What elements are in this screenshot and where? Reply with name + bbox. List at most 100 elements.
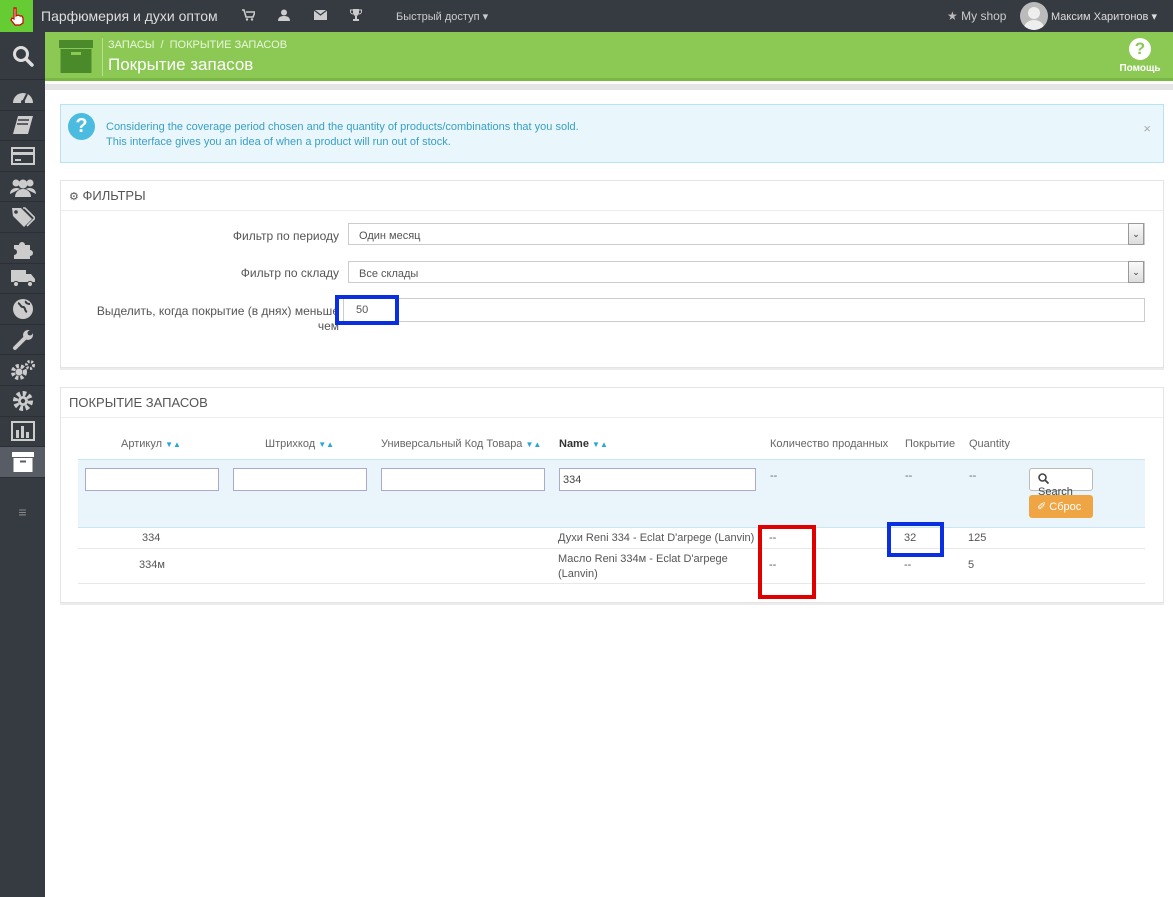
info-alert: ? Considering the coverage period chosen… xyxy=(60,104,1164,163)
shop-title[interactable]: Парфюмерия и духи оптом xyxy=(41,8,218,24)
row-name: Духи Reni 334 - Eclat D'arpege (Lanvin) xyxy=(558,532,755,544)
user-menu[interactable]: Максим Харитонов ▾ xyxy=(1051,10,1157,23)
sidebar-item-modules[interactable] xyxy=(0,233,45,264)
reset-button[interactable]: ✐ Сброс xyxy=(1029,495,1093,518)
reset-button-label: Сброс xyxy=(1049,501,1082,513)
table-filter-row: -- -- -- Search ✐ Сброс xyxy=(78,459,1145,528)
filter-quantity-placeholder: -- xyxy=(969,470,977,482)
quick-access-label: Быстрый доступ xyxy=(396,11,480,23)
sidebar-item-shipping[interactable] xyxy=(0,264,45,295)
search-icon xyxy=(1038,473,1050,485)
column-ean[interactable]: Штрихкод ▼▲ xyxy=(265,438,334,450)
sort-arrows-icon[interactable]: ▼▲ xyxy=(165,440,181,449)
sidebar-item-preferences[interactable] xyxy=(0,325,45,356)
coverage-heading: ПОКРЫТИЕ ЗАПАСОВ xyxy=(61,388,1163,418)
column-name[interactable]: Name ▼▲ xyxy=(559,438,608,450)
sidebar-item-dashboard[interactable] xyxy=(0,80,45,111)
prestashop-logo-icon[interactable] xyxy=(0,0,33,32)
info-line-2: This interface gives you an idea of when… xyxy=(106,136,451,148)
chevron-down-icon: ⌄ xyxy=(1128,261,1144,283)
column-quantity: Quantity xyxy=(969,438,1010,450)
breadcrumb-stock[interactable]: ЗАПАСЫ xyxy=(108,39,155,51)
help-button[interactable]: ? Помощь xyxy=(1119,38,1161,74)
archive-icon xyxy=(59,40,93,73)
cogs-icon: ⚙ xyxy=(69,191,79,203)
sidebar-item-administration[interactable] xyxy=(0,386,45,417)
row-name-line-1: Масло Reni 334м - Eclat D'arpege xyxy=(558,553,728,565)
sidebar-item-catalog[interactable] xyxy=(0,111,45,142)
sidebar-item-customers[interactable] xyxy=(0,172,45,203)
sort-arrows-icon[interactable]: ▼▲ xyxy=(526,440,542,449)
cart-icon[interactable] xyxy=(241,9,256,23)
top-bar: Парфюмерия и духи оптом Быстрый доступ ▾… xyxy=(0,0,1173,32)
close-icon[interactable]: × xyxy=(1143,121,1151,136)
highlight-label-line-1: Выделить, когда покрытие (в днях) меньше xyxy=(96,304,339,318)
row-name: Масло Reni 334м - Eclat D'arpege (Lanvin… xyxy=(558,552,728,582)
column-sold: Количество проданных xyxy=(770,438,889,450)
caret-down-icon: ▾ xyxy=(482,11,489,23)
filter-ean-input[interactable] xyxy=(233,468,367,491)
annotation-red-box xyxy=(758,525,816,599)
sort-arrows-icon[interactable]: ▼▲ xyxy=(318,440,334,449)
sidebar-search[interactable] xyxy=(0,32,45,80)
filter-coverage-placeholder: -- xyxy=(905,470,913,482)
page-header: ЗАПАСЫ / ПОКРЫТИЕ ЗАПАСОВ Покрытие запасов… xyxy=(45,32,1173,81)
filter-name-input[interactable] xyxy=(559,468,756,491)
sidebar-item-localization[interactable] xyxy=(0,294,45,325)
row-reference: 334 xyxy=(142,532,161,544)
sidebar-collapse-icon[interactable]: ≡ xyxy=(0,504,45,520)
eraser-icon: ✐ xyxy=(1037,501,1047,513)
period-label: Фильтр по периоду xyxy=(232,229,339,243)
trophy-icon[interactable] xyxy=(349,9,363,23)
cogs-icon xyxy=(10,360,35,381)
table-row[interactable]: 334м Масло Reni 334м - Eclat D'arpege (L… xyxy=(78,549,1145,584)
sort-arrows-icon[interactable]: ▼▲ xyxy=(592,440,608,449)
customer-icon[interactable] xyxy=(277,9,291,23)
star-icon: ★ xyxy=(947,9,958,23)
dashboard-icon xyxy=(12,92,33,104)
row-name-line-2: (Lanvin) xyxy=(558,568,598,580)
quick-access-menu[interactable]: Быстрый доступ ▾ xyxy=(396,10,488,23)
column-name-label: Name xyxy=(559,438,589,450)
highlight-label: Выделить, когда покрытие (в днях) меньше… xyxy=(81,304,339,334)
breadcrumb-coverage[interactable]: ПОКРЫТИЕ ЗАПАСОВ xyxy=(170,39,287,51)
envelope-icon[interactable] xyxy=(313,9,327,23)
filter-sold-placeholder: -- xyxy=(770,470,778,482)
warehouse-select[interactable]: Все склады ⌄ xyxy=(348,261,1145,283)
column-upc-label: Универсальный Код Товара xyxy=(381,438,523,450)
user-avatar[interactable] xyxy=(1020,2,1048,30)
table-row[interactable]: 334 Духи Reni 334 - Eclat D'arpege (Lanv… xyxy=(78,529,1145,549)
annotation-blue-box xyxy=(887,522,944,557)
header-shadow xyxy=(45,84,1173,90)
question-icon: ? xyxy=(1129,38,1151,60)
column-reference-label: Артикул xyxy=(121,438,163,450)
truck-icon xyxy=(10,270,35,288)
gear-icon xyxy=(12,390,33,411)
sidebar-item-advanced-parameters[interactable] xyxy=(0,355,45,386)
sidebar-item-stock[interactable] xyxy=(0,447,45,478)
credit-card-icon xyxy=(10,146,35,165)
search-icon xyxy=(12,45,34,67)
archive-icon xyxy=(11,451,34,472)
filter-reference-input[interactable] xyxy=(85,468,219,491)
help-label: Помощь xyxy=(1119,63,1161,74)
column-upc[interactable]: Универсальный Код Товара ▼▲ xyxy=(381,438,541,450)
my-shop-link[interactable]: ★ My shop xyxy=(947,9,1006,23)
filter-upc-input[interactable] xyxy=(381,468,545,491)
user-name: Максим Харитонов xyxy=(1051,11,1149,23)
book-icon xyxy=(12,116,33,135)
row-coverage: -- xyxy=(904,559,912,571)
filters-panel: ⚙ ФИЛЬТРЫ Фильтр по периоду Один месяц ⌄… xyxy=(60,180,1164,368)
sidebar-item-price-rules[interactable] xyxy=(0,202,45,233)
sidebar-item-orders[interactable] xyxy=(0,141,45,172)
breadcrumb: ЗАПАСЫ / ПОКРЫТИЕ ЗАПАСОВ xyxy=(108,39,288,51)
warehouse-label: Фильтр по складу xyxy=(240,266,339,280)
bar-chart-icon xyxy=(10,421,35,442)
column-reference[interactable]: Артикул ▼▲ xyxy=(121,438,181,450)
period-select[interactable]: Один месяц ⌄ xyxy=(348,223,1145,245)
sidebar-item-stats[interactable] xyxy=(0,417,45,448)
globe-icon xyxy=(12,298,33,319)
highlight-days-input[interactable]: 50 xyxy=(343,298,1145,322)
annotation-blue-box xyxy=(335,295,399,325)
search-button[interactable]: Search xyxy=(1029,468,1093,498)
